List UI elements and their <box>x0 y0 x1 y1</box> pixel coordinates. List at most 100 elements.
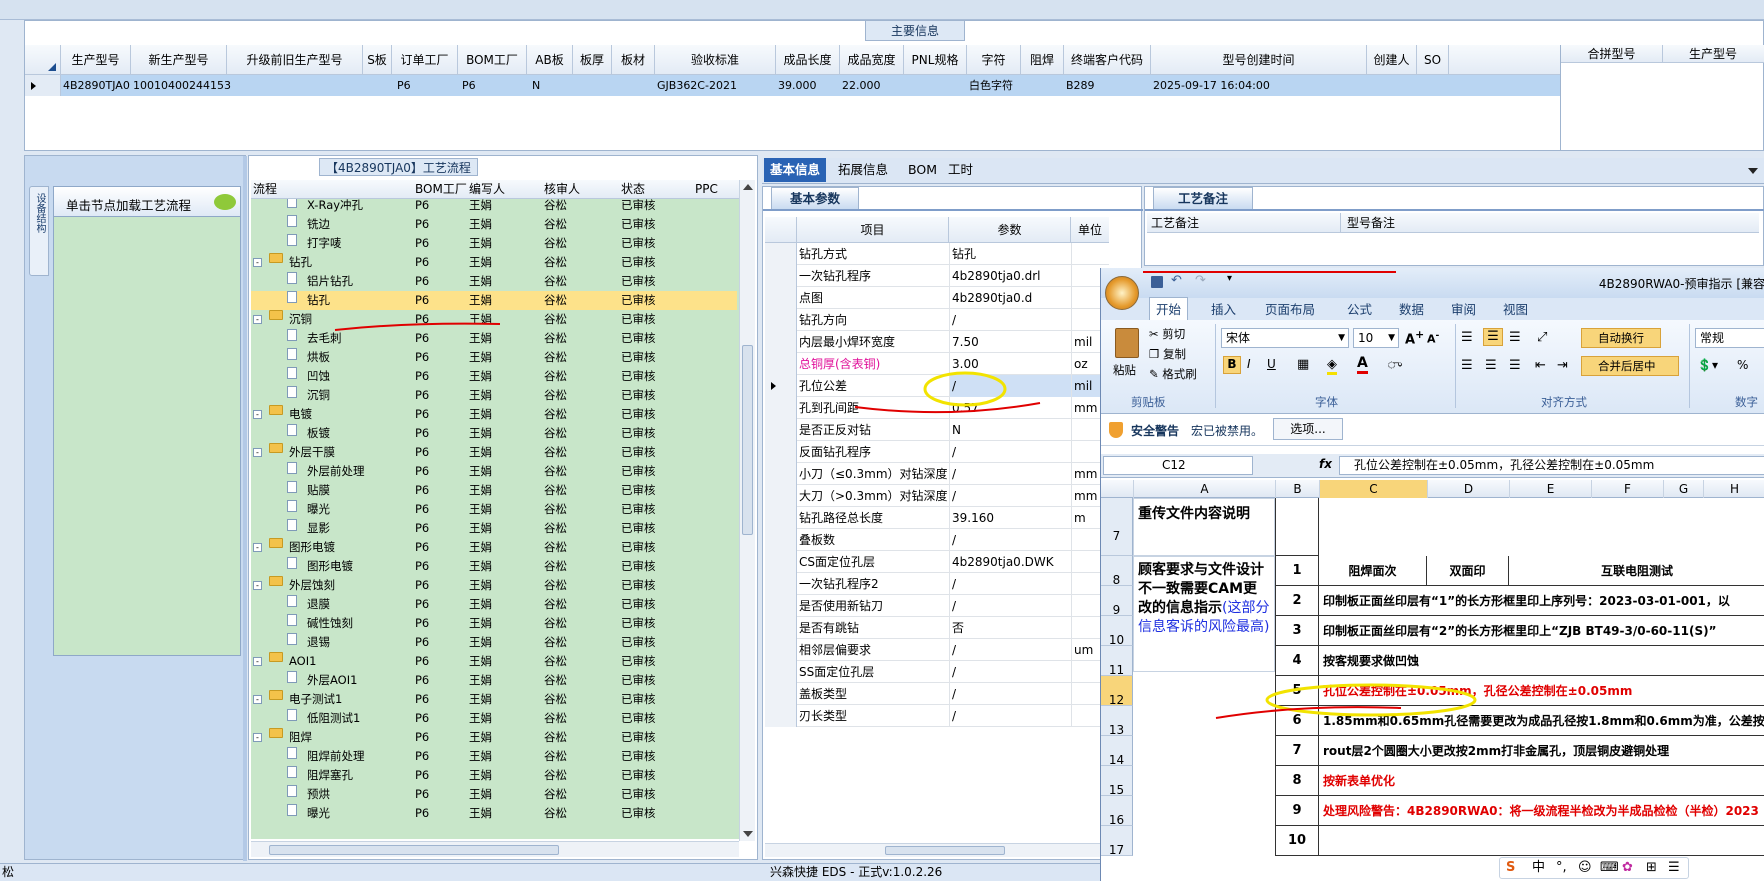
sheet-cell-b[interactable]: 9 <box>1275 796 1319 826</box>
process-row[interactable]: - 图形电镀 P6 王娟 谷松 已审核 <box>251 538 737 557</box>
col-header[interactable]: 成品宽度 <box>840 45 904 75</box>
col-header[interactable]: 型号创建时间 <box>1151 45 1367 75</box>
param-row[interactable]: 钻孔方向 / <box>765 309 1109 331</box>
sheet-col-A[interactable]: A <box>1133 480 1275 498</box>
param-row[interactable]: 盖板类型 / <box>765 683 1109 705</box>
number-format-select[interactable]: 常规 <box>1695 328 1764 348</box>
cell-customer[interactable]: B289 <box>1066 75 1095 96</box>
sheet-cell-c[interactable] <box>1319 826 1764 856</box>
ime-punct-icon[interactable]: °, <box>1556 858 1567 878</box>
param-row[interactable]: 是否正反对钻 N <box>765 419 1109 441</box>
param-row[interactable]: 一次钻孔程序2 / <box>765 573 1109 595</box>
remarks-col-header[interactable]: 工艺备注 <box>1151 213 1341 233</box>
param-row[interactable]: 大刀（>0.3mm）对钻深度 / mm <box>765 485 1109 507</box>
cell-model[interactable]: 4B2890TJA0 <box>63 75 130 96</box>
param-value[interactable]: 7.50 <box>949 331 1071 353</box>
sheet-col-B[interactable]: B <box>1275 480 1319 498</box>
ribbon-tab-view[interactable]: 视图 <box>1497 298 1534 322</box>
param-row[interactable]: 内层最小焊环宽度 7.50 mil <box>765 331 1109 353</box>
sheet-col-G[interactable]: G <box>1663 480 1703 498</box>
cell-standard[interactable]: GJB362C-2021 <box>657 75 737 96</box>
param-row[interactable]: 钻孔路径总长度 39.160 m <box>765 507 1109 529</box>
font-size-select[interactable]: 10 ▼ <box>1353 328 1399 348</box>
merge-col-header[interactable]: 合拼型号 <box>1561 45 1663 63</box>
process-col-header[interactable]: PPC <box>695 180 718 199</box>
param-value[interactable]: 否 <box>949 617 1071 639</box>
sheet-row-number[interactable]: 15 <box>1101 766 1133 797</box>
process-row[interactable]: 沉铜 P6 王娟 谷松 已审核 <box>251 386 737 405</box>
param-row[interactable]: 一次钻孔程序 4b2890tja0.drl <box>765 265 1109 287</box>
param-value[interactable]: / <box>949 661 1071 683</box>
col-header[interactable]: 板材 <box>612 45 655 75</box>
process-row[interactable]: - 外层干膜 P6 王娟 谷松 已审核 <box>251 443 737 462</box>
align-right-icon[interactable]: ☰ <box>1509 358 1521 373</box>
dropdown-arrow-icon[interactable] <box>1748 168 1758 174</box>
col-header[interactable]: 新生产型号 <box>131 45 227 75</box>
merge-center-button[interactable]: 合并后居中 <box>1581 356 1679 376</box>
ribbon-tab-page-layout[interactable]: 页面布局 <box>1259 298 1321 322</box>
ribbon-tab-insert[interactable]: 插入 <box>1205 298 1242 322</box>
sheet-cell-c[interactable]: 按新表单优化 <box>1319 766 1764 796</box>
sheet-cell-b[interactable]: 2 <box>1275 586 1319 616</box>
fill-color-icon[interactable]: ◈ <box>1327 357 1337 375</box>
vertical-tab[interactable]: 设备结构 <box>29 186 49 276</box>
process-row[interactable]: 板镀 P6 王娟 谷松 已审核 <box>251 424 737 443</box>
process-row[interactable]: 图形电镀 P6 王娟 谷松 已审核 <box>251 557 737 576</box>
param-row[interactable]: 钻孔方式 钻孔 <box>765 243 1109 265</box>
params-hscroll-thumb[interactable] <box>885 846 1005 855</box>
phonetic-icon[interactable]: ு <box>1387 357 1402 373</box>
sheet-cell-e[interactable]: 互联电阻测试 <box>1509 556 1764 586</box>
scroll-down-arrow[interactable] <box>743 831 753 837</box>
hscroll-thumb[interactable] <box>269 845 559 855</box>
param-row[interactable]: 是否使用新钻刀 / <box>765 595 1109 617</box>
paste-icon[interactable] <box>1115 328 1139 358</box>
paste-button[interactable]: 粘贴 <box>1113 362 1136 378</box>
cell-created[interactable]: 2025-09-17 16:04:00 <box>1153 75 1270 96</box>
ime-skin-icon[interactable]: ✿ <box>1622 858 1633 878</box>
sheet-row-number[interactable]: 11 <box>1101 646 1133 677</box>
percent-icon[interactable]: % <box>1737 358 1748 372</box>
sheet-col-H[interactable]: H <box>1703 480 1764 498</box>
col-header[interactable]: 升级前旧生产型号 <box>227 45 363 75</box>
process-row[interactable]: 打字唛 P6 王娟 谷松 已审核 <box>251 234 737 253</box>
ime-keyboard-icon[interactable]: ⌨ <box>1600 858 1619 878</box>
process-vscroll[interactable] <box>739 180 755 841</box>
tab-bom[interactable]: BOM <box>902 158 943 182</box>
underline-icon[interactable]: U <box>1267 357 1276 371</box>
param-row[interactable]: 叠板数 / <box>765 529 1109 551</box>
orientation-icon[interactable]: ⤢ <box>1537 330 1547 345</box>
merge-col-header[interactable]: 生产型号 <box>1663 45 1763 63</box>
sheet-row-number[interactable]: 8 <box>1101 556 1133 587</box>
process-row[interactable]: - 钻孔 P6 王娟 谷松 已审核 <box>251 253 737 272</box>
process-row[interactable]: 退锡 P6 王娟 谷松 已审核 <box>251 633 737 652</box>
process-hscroll[interactable] <box>251 841 739 857</box>
col-header[interactable]: 板厚 <box>573 45 612 75</box>
param-value[interactable]: / <box>949 595 1071 617</box>
col-header[interactable]: 订单工厂 <box>392 45 458 75</box>
remarks-col-header[interactable]: 型号备注 <box>1347 213 1395 233</box>
process-row[interactable]: 铣边 P6 王娟 谷松 已审核 <box>251 215 737 234</box>
main-grid-row[interactable]: 4B2890TJA0 10010400244153 P6 P6 N GJB362… <box>25 75 1560 96</box>
sheet-col-D[interactable]: D <box>1427 480 1509 498</box>
col-header[interactable]: BOM工厂 <box>458 45 527 75</box>
col-header[interactable]: AB板 <box>527 45 573 75</box>
process-row[interactable]: 显影 P6 王娟 谷松 已审核 <box>251 519 737 538</box>
param-value[interactable]: / <box>949 463 1071 485</box>
ribbon-tab-data[interactable]: 数据 <box>1393 298 1430 322</box>
param-value[interactable]: 4b2890tja0.DWK <box>949 551 1071 573</box>
cell-new-model[interactable]: 10010400244153 <box>133 75 231 96</box>
sheet-col-E[interactable]: E <box>1509 480 1591 498</box>
sheet-row-number[interactable]: 17 <box>1101 826 1133 857</box>
sheet-row-number[interactable]: 12 <box>1101 676 1133 707</box>
process-row[interactable]: 预烘 P6 王娟 谷松 已审核 <box>251 785 737 804</box>
param-value[interactable]: / <box>949 441 1071 463</box>
ime-emoji-icon[interactable]: ☺ <box>1578 858 1592 878</box>
office-button-icon[interactable] <box>1105 276 1139 310</box>
align-middle-icon[interactable]: ☰ <box>1483 328 1503 346</box>
col-header[interactable]: 创建人 <box>1367 45 1417 75</box>
collapse-icon[interactable]: - <box>253 733 262 742</box>
sheet-col-F[interactable]: F <box>1591 480 1663 498</box>
cell-width[interactable]: 22.000 <box>842 75 881 96</box>
bold-icon[interactable]: B <box>1223 356 1241 374</box>
increase-indent-icon[interactable]: ⇥ <box>1557 358 1568 373</box>
